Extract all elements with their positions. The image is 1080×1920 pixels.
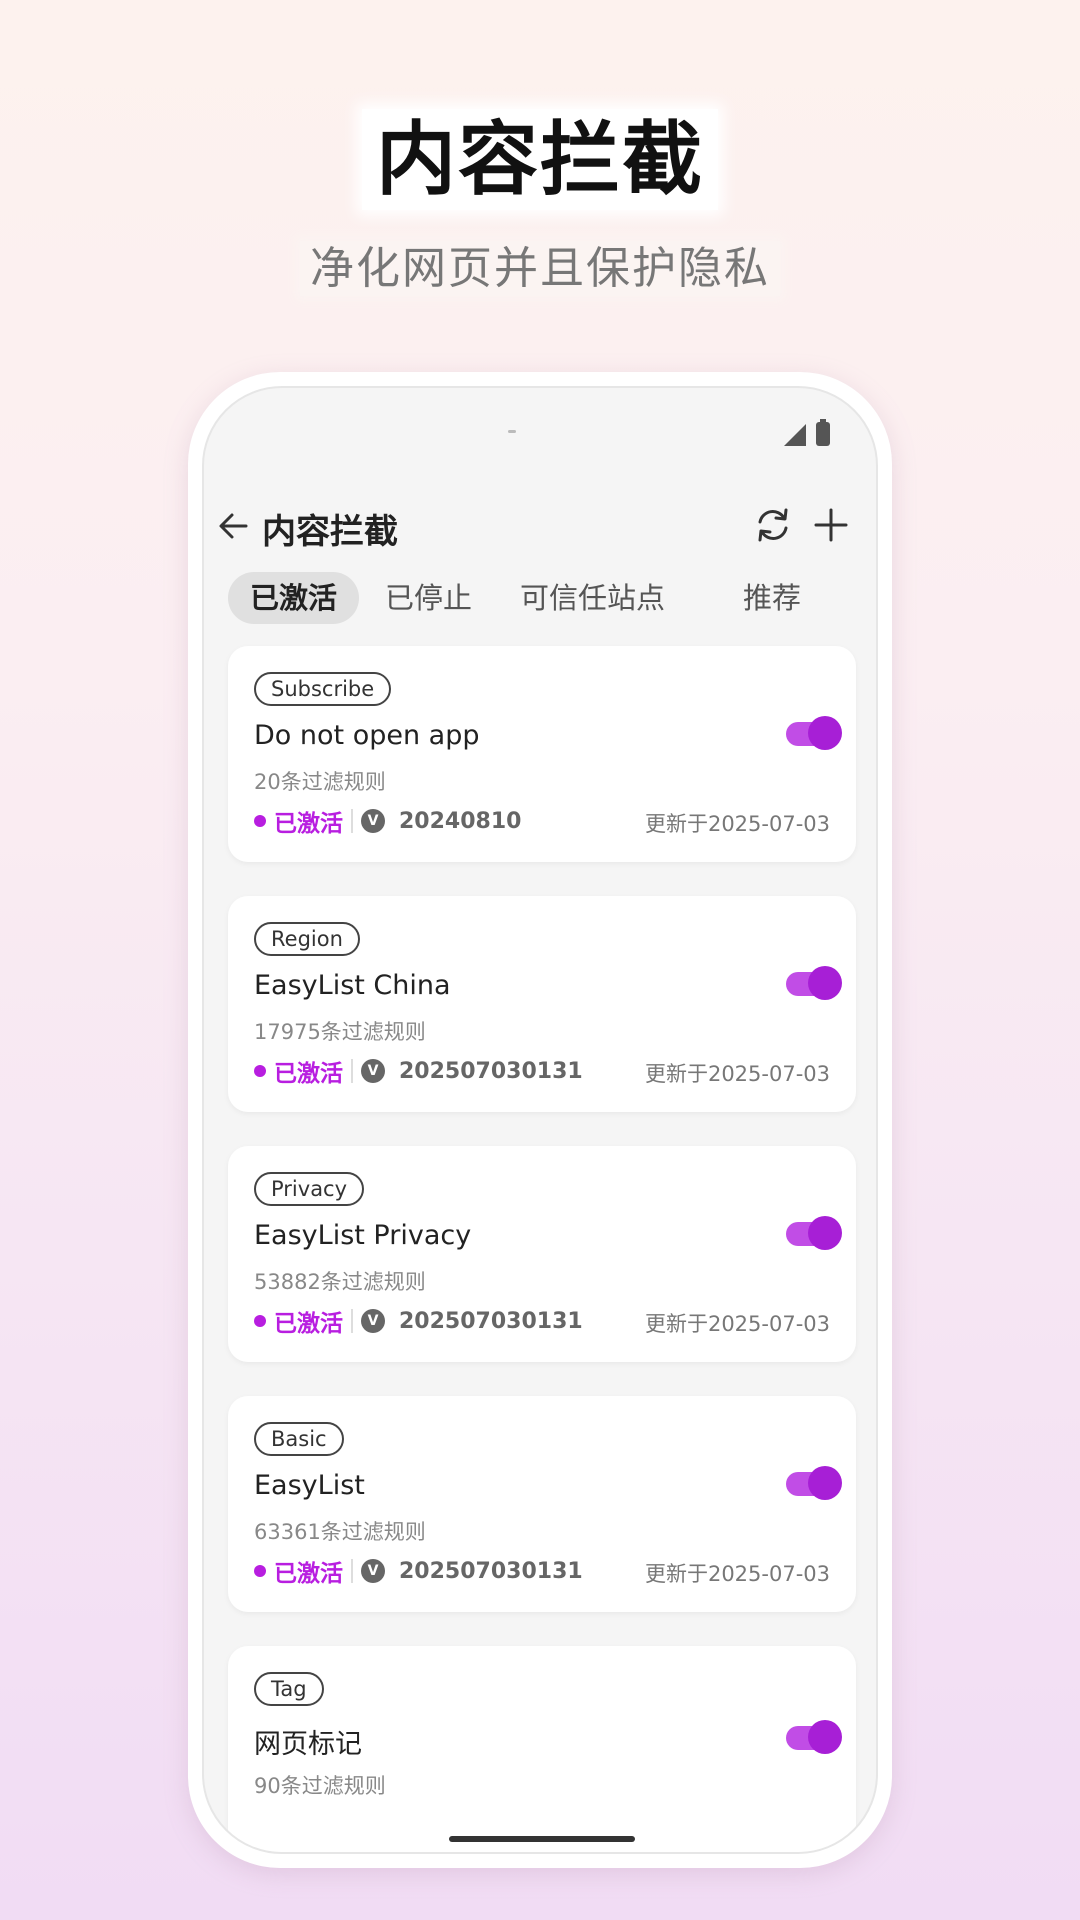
card-tag: Tag — [254, 1672, 324, 1706]
enable-toggle[interactable] — [786, 966, 842, 1000]
card-name: EasyList Privacy — [254, 1220, 472, 1251]
hero-title: 内容拦截 — [0, 95, 1080, 211]
divider — [351, 1309, 353, 1333]
card-status-row: 已激活 V 202507030131 — [254, 1556, 583, 1587]
page-title: 内容拦截 — [262, 512, 398, 552]
card-name: EasyList China — [254, 970, 451, 1001]
toggle-thumb — [808, 1466, 842, 1500]
phone-frame: 内容拦截 已激活 已停止 可信任站点 推荐 Subscribe Do not o… — [188, 372, 892, 1868]
divider — [351, 1059, 353, 1083]
tab-bar: 已激活 已停止 可信任站点 推荐 — [228, 572, 827, 628]
toggle-thumb — [808, 966, 842, 1000]
filter-card[interactable]: Subscribe Do not open app 20条过滤规则 已激活 V … — [228, 646, 856, 862]
camera-icon — [508, 430, 516, 433]
card-updated: 更新于2025-07-03 — [644, 1312, 830, 1336]
card-name: 网页标记 — [254, 1729, 362, 1760]
card-status-row: 已激活 V 202507030131 — [254, 1056, 583, 1087]
card-version: 202507030131 — [399, 1558, 583, 1584]
status-dot-icon — [254, 815, 266, 827]
hero-subtitle: 净化网页并且保护隐私 — [0, 232, 1080, 296]
back-arrow-icon[interactable] — [212, 504, 256, 548]
tab-trusted-sites[interactable]: 可信任站点 — [498, 572, 687, 624]
tab-stopped[interactable]: 已停止 — [363, 572, 494, 624]
card-version: 202507030131 — [399, 1058, 583, 1084]
enable-toggle[interactable] — [786, 1216, 842, 1250]
card-rules-count: 53882条过滤规则 — [254, 1270, 426, 1294]
status-badge: 已激活 — [274, 1061, 343, 1087]
card-status-row: 已激活 V 20240810 — [254, 806, 522, 837]
card-rules-count: 20条过滤规则 — [254, 770, 386, 794]
add-icon[interactable] — [808, 502, 854, 548]
refresh-icon[interactable] — [750, 502, 796, 548]
card-rules-count: 17975条过滤规则 — [254, 1020, 426, 1044]
card-tag: Basic — [254, 1422, 344, 1456]
card-name: Do not open app — [254, 720, 480, 751]
battery-icon — [816, 419, 830, 446]
version-icon: V — [361, 1559, 385, 1583]
toggle-thumb — [808, 1216, 842, 1250]
divider — [351, 1559, 353, 1583]
status-badge: 已激活 — [274, 1311, 343, 1337]
version-icon: V — [361, 809, 385, 833]
toggle-thumb — [808, 1720, 842, 1754]
card-updated: 更新于2025-07-03 — [644, 812, 830, 836]
home-indicator[interactable] — [449, 1836, 635, 1842]
status-bar — [204, 388, 876, 478]
tab-active[interactable]: 已激活 — [228, 572, 360, 624]
status-dot-icon — [254, 1315, 266, 1327]
status-badge: 已激活 — [274, 811, 343, 837]
card-tag: Privacy — [254, 1172, 365, 1206]
enable-toggle[interactable] — [786, 1720, 842, 1754]
card-updated: 更新于2025-07-03 — [644, 1562, 830, 1586]
card-version: 20240810 — [399, 808, 522, 834]
card-version: 202507030131 — [399, 1308, 583, 1334]
signal-icon — [784, 424, 806, 446]
toggle-thumb — [808, 716, 842, 750]
card-rules-count: 63361条过滤规则 — [254, 1520, 426, 1544]
card-tag: Region — [254, 922, 360, 956]
card-updated: 更新于2025-07-03 — [644, 1062, 830, 1086]
filter-card[interactable]: Region EasyList China 17975条过滤规则 已激活 V 2… — [228, 896, 856, 1112]
filter-card[interactable]: Privacy EasyList Privacy 53882条过滤规则 已激活 … — [228, 1146, 856, 1362]
filter-card[interactable]: Tag 网页标记 90条过滤规则 — [228, 1646, 856, 1852]
enable-toggle[interactable] — [786, 1466, 842, 1500]
card-tag: Subscribe — [254, 672, 392, 706]
version-icon: V — [361, 1309, 385, 1333]
card-rules-count: 90条过滤规则 — [254, 1774, 386, 1798]
divider — [351, 809, 353, 833]
status-dot-icon — [254, 1065, 266, 1077]
phone-screen: 内容拦截 已激活 已停止 可信任站点 推荐 Subscribe Do not o… — [202, 386, 878, 1854]
card-status-row: 已激活 V 202507030131 — [254, 1306, 583, 1337]
app-bar: 内容拦截 — [204, 488, 876, 568]
filter-card[interactable]: Basic EasyList 63361条过滤规则 已激活 V 20250703… — [228, 1396, 856, 1612]
tab-recommended[interactable]: 推荐 — [721, 572, 823, 624]
status-dot-icon — [254, 1565, 266, 1577]
status-badge: 已激活 — [274, 1561, 343, 1587]
card-name: EasyList — [254, 1470, 365, 1501]
version-icon: V — [361, 1059, 385, 1083]
enable-toggle[interactable] — [786, 716, 842, 750]
